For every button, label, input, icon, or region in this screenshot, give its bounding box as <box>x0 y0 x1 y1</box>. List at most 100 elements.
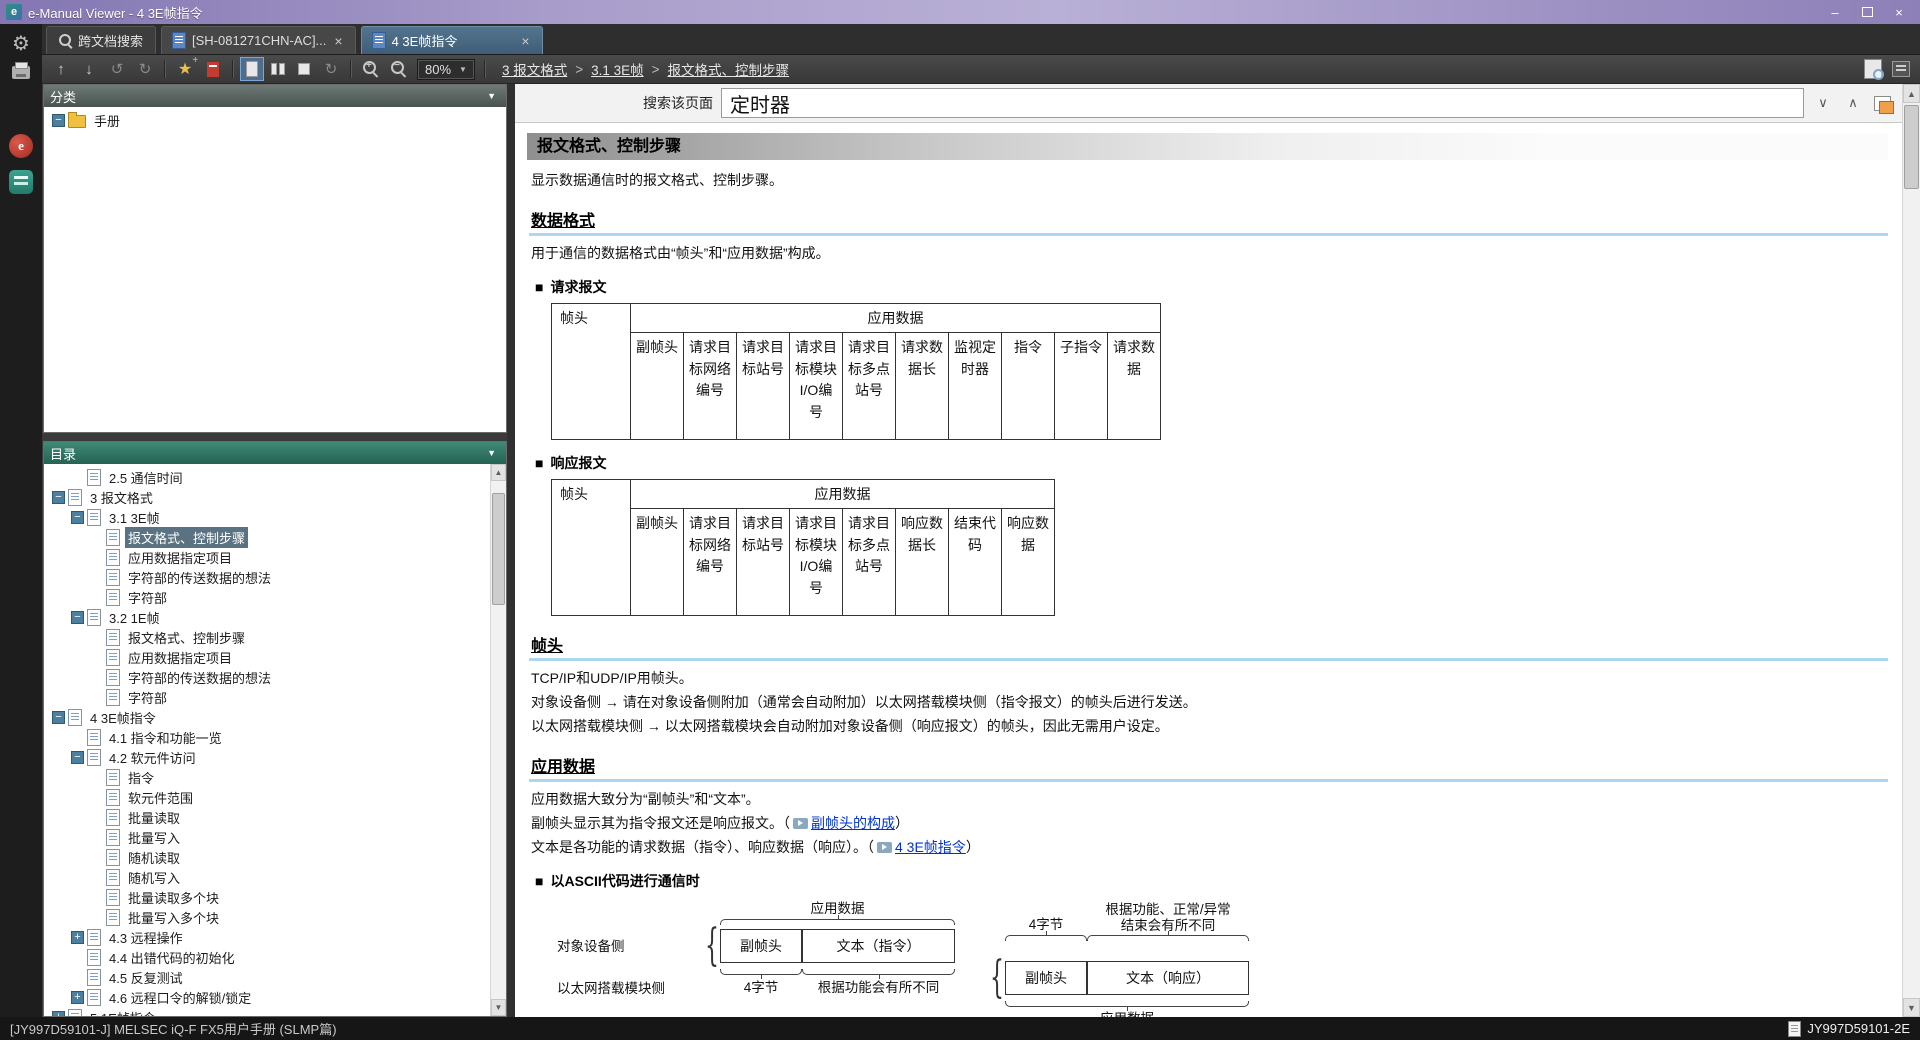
print-button[interactable] <box>6 58 36 86</box>
toc-item[interactable]: 4.5 反复测试 <box>44 967 490 987</box>
toc-item[interactable]: 4.1 指令和功能一览 <box>44 727 490 747</box>
history-back-button[interactable]: ↺ <box>104 57 130 81</box>
toc-item[interactable]: − 3.1 3E帧 <box>44 507 490 527</box>
nav-down-button[interactable]: ↓ <box>76 57 102 81</box>
gear-icon: ⚙ <box>12 33 30 55</box>
toc-item[interactable]: − 3.2 1E帧 <box>44 607 490 627</box>
toc-item[interactable]: 字符部的传送数据的想法 <box>44 667 490 687</box>
collapse-icon[interactable]: − <box>52 113 65 127</box>
toc-item[interactable]: − 3 报文格式 <box>44 487 490 507</box>
nav-up-button[interactable]: ↑ <box>48 57 74 81</box>
scroll-down-button[interactable]: ▼ <box>1903 998 1920 1017</box>
subheader-structure-link[interactable]: 副帧头的构成 <box>811 815 895 831</box>
toc-item[interactable]: 字符部 <box>44 587 490 607</box>
history-forward-button[interactable]: ↻ <box>132 57 158 81</box>
expand-icon[interactable]: + <box>71 990 84 1004</box>
toc-item[interactable]: +5 1E帧指令 <box>44 1007 490 1016</box>
up-triangle-icon: ▲ <box>1907 88 1916 99</box>
scroll-thumb[interactable] <box>1904 105 1919 189</box>
title-bar: e e-Manual Viewer - 4 3E帧指令 – × <box>0 0 1920 24</box>
red-app-button[interactable]: e <box>6 132 36 160</box>
zoom-in-button[interactable]: + <box>358 57 384 81</box>
toc-item[interactable]: +4.3 远程操作 <box>44 927 490 947</box>
sidebar-splitter[interactable] <box>507 84 515 1017</box>
panel-collapse-button[interactable]: ▼ <box>483 448 500 458</box>
scroll-down-button[interactable]: ▼ <box>491 999 506 1016</box>
zoom-level-select[interactable]: 80% ▼ <box>417 58 475 80</box>
refresh-button[interactable]: ↻ <box>318 57 344 81</box>
continuous-view-button[interactable] <box>292 57 316 81</box>
collapse-icon[interactable]: − <box>71 750 84 764</box>
scroll-thumb[interactable] <box>492 493 505 605</box>
scroll-track[interactable] <box>1903 103 1920 998</box>
collapse-icon[interactable]: − <box>52 490 65 504</box>
tab-cross-doc-search[interactable]: 跨文档搜索 <box>46 26 157 54</box>
refresh-icon: ↻ <box>324 61 338 78</box>
toc-item[interactable]: +4.6 远程口令的解锁/锁定 <box>44 987 490 1007</box>
page-title: 报文格式、控制步骤 <box>527 133 1888 160</box>
maximize-button[interactable] <box>1852 3 1882 21</box>
tab-document-1[interactable]: [SH-081271CHN-AC]... × <box>161 26 356 54</box>
scroll-up-button[interactable]: ▲ <box>1903 84 1920 103</box>
toc-item[interactable]: 报文格式、控制步骤 <box>44 627 490 647</box>
collapse-icon[interactable]: − <box>52 710 65 724</box>
highlight-all-button[interactable] <box>1872 92 1894 114</box>
toc-item[interactable]: 4.4 出错代码的初始化 <box>44 947 490 967</box>
single-page-view-button[interactable] <box>240 57 264 81</box>
application-data-cell: 应用数据 <box>630 479 1055 509</box>
column-cell: 请求目标网络编号 <box>683 332 737 440</box>
settings-button[interactable]: ⚙ <box>6 30 36 58</box>
bookmark-button[interactable] <box>200 57 226 81</box>
toc-item[interactable]: 批量写入多个块 <box>44 907 490 927</box>
zoom-out-button[interactable]: − <box>386 57 412 81</box>
close-button[interactable]: × <box>1884 3 1914 21</box>
find-prev-button[interactable]: ∧ <box>1842 92 1864 114</box>
column-cell: 指令 <box>1001 332 1055 440</box>
device-side-label: 对象设备侧 <box>557 939 625 954</box>
find-input[interactable] <box>721 88 1804 118</box>
find-next-button[interactable]: ∨ <box>1812 92 1834 114</box>
collapse-icon[interactable]: − <box>71 510 84 524</box>
facing-page-view-button[interactable] <box>266 57 290 81</box>
zoom-level-value: 80% <box>425 61 452 77</box>
toc-item[interactable]: 批量写入 <box>44 827 490 847</box>
toc-item[interactable]: − 4 3E帧指令 <box>44 707 490 727</box>
category-panel-header: 分类 ▼ <box>44 85 506 107</box>
breadcrumb-link[interactable]: 3.1 3E帧 <box>591 59 644 79</box>
toc-item[interactable]: − 4.2 软元件访问 <box>44 747 490 767</box>
toc-item[interactable]: 软元件范围 <box>44 787 490 807</box>
sync-toc-button[interactable] <box>1888 57 1914 81</box>
status-bar: [JY997D59101-J] MELSEC iQ-F FX5用户手册 (SLM… <box>0 1017 1920 1040</box>
breadcrumb-link[interactable]: 报文格式、控制步骤 <box>668 59 790 79</box>
toc-item[interactable]: 报文格式、控制步骤 <box>44 526 490 548</box>
toc-item[interactable]: 应用数据指定项目 <box>44 647 490 667</box>
category-root-item[interactable]: − 手册 <box>44 110 506 130</box>
scroll-track[interactable] <box>491 481 506 999</box>
toc-item[interactable]: 随机写入 <box>44 867 490 887</box>
toc-scrollbar[interactable]: ▲ ▼ <box>490 464 506 1016</box>
add-favorite-button[interactable]: ★ + <box>172 55 198 81</box>
close-icon[interactable]: × <box>519 34 531 48</box>
expand-icon[interactable]: + <box>52 1010 65 1016</box>
collapse-icon[interactable]: − <box>71 610 84 624</box>
scroll-up-button[interactable]: ▲ <box>491 464 506 481</box>
toc-item[interactable]: 批量读取多个块 <box>44 887 490 907</box>
document-scrollbar[interactable]: ▲ ▼ <box>1902 84 1920 1017</box>
minimize-button[interactable]: – <box>1820 3 1850 21</box>
tab-document-2-active[interactable]: 4 3E帧指令 × <box>360 26 543 54</box>
frame-commands-link[interactable]: 4 3E帧指令 <box>895 839 966 855</box>
maximize-icon <box>1861 7 1873 17</box>
toc-item[interactable]: 批量读取 <box>44 807 490 827</box>
teal-app-button[interactable] <box>6 168 36 196</box>
panel-collapse-button[interactable]: ▼ <box>483 91 500 101</box>
find-in-document-button[interactable] <box>1860 57 1886 81</box>
toc-item[interactable]: 指令 <box>44 767 490 787</box>
toc-item[interactable]: 字符部的传送数据的想法 <box>44 567 490 587</box>
toc-item[interactable]: 字符部 <box>44 687 490 707</box>
toc-item[interactable]: 随机读取 <box>44 847 490 867</box>
breadcrumb-link[interactable]: 3 报文格式 <box>502 59 567 79</box>
close-icon[interactable]: × <box>332 34 344 48</box>
toc-item[interactable]: 2.5 通信时间 <box>44 467 490 487</box>
expand-icon[interactable]: + <box>71 930 84 944</box>
toc-item[interactable]: 应用数据指定项目 <box>44 547 490 567</box>
